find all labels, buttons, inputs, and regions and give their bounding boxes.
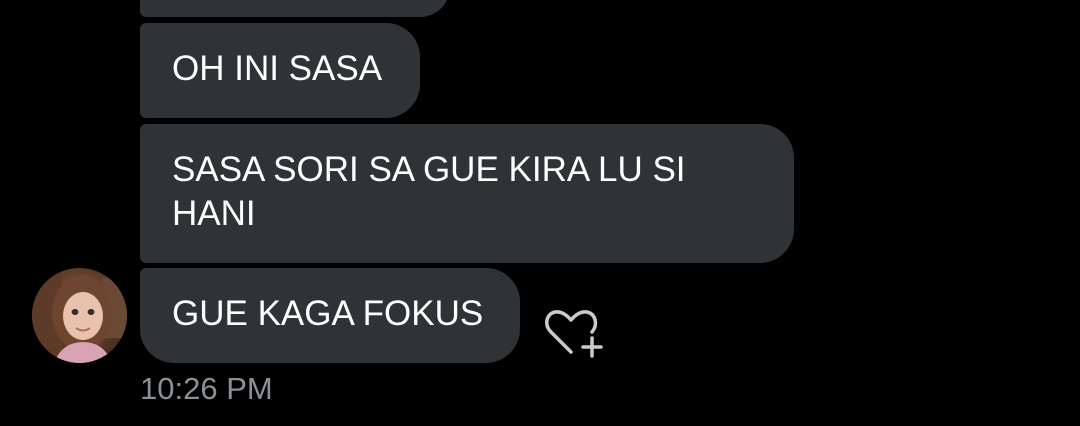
message-timestamp: 10:26 PM [140, 371, 273, 406]
message-text: GUE KAGA FOKUS [172, 294, 484, 333]
message-bubble[interactable]: OH INI SASA [140, 23, 420, 118]
chat-thread: OH INI SASA SASA SORI SA GUE KIRA LU SI … [0, 0, 1080, 426]
message-bubble[interactable]: SASA SORI SA GUE KIRA LU SI HANI [140, 124, 794, 263]
message-bubble[interactable]: GUE KAGA FOKUS [140, 268, 520, 363]
message-bubble-partial[interactable] [140, 0, 450, 17]
message-text: OH INI SASA [172, 49, 383, 88]
sender-avatar[interactable] [32, 268, 127, 363]
heart-plus-icon[interactable] [542, 304, 606, 360]
message-text: SASA SORI SA GUE KIRA LU SI HANI [172, 150, 686, 233]
avatar-image [32, 268, 127, 363]
